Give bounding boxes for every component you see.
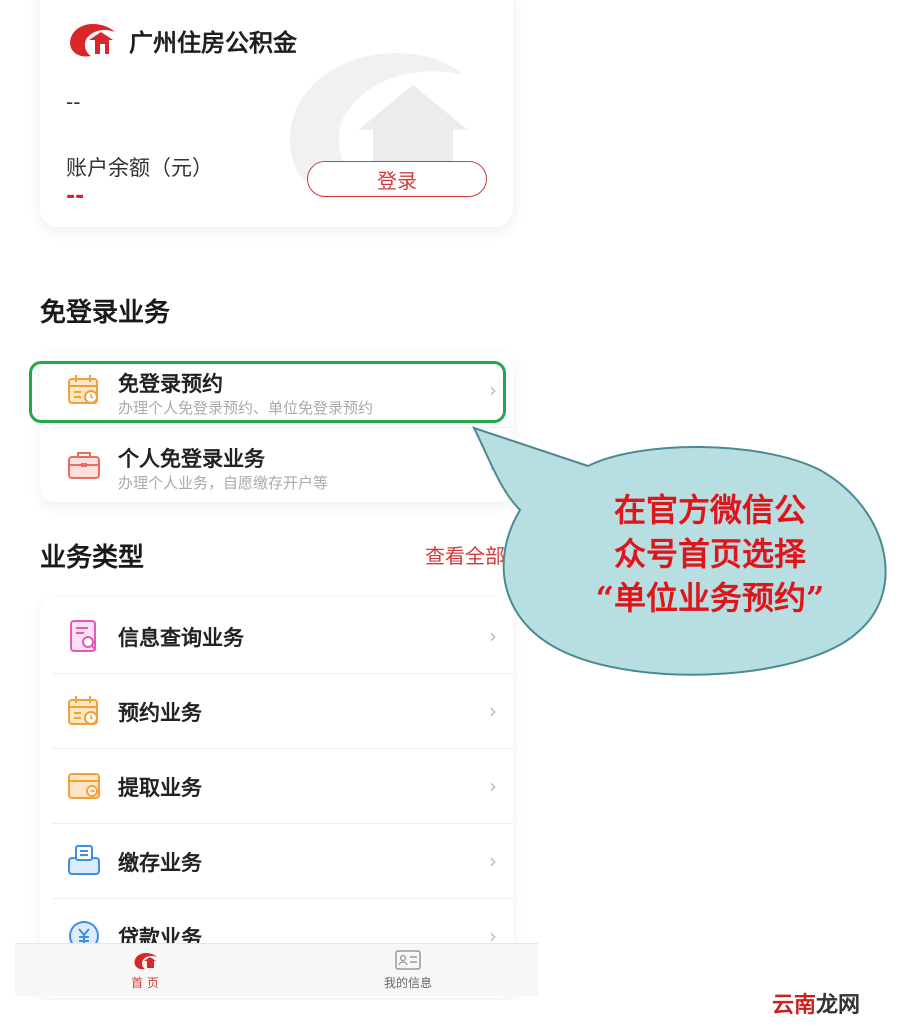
callout-text: 在官方微信公 众号首页选择 “单位业务预约” [520, 488, 900, 620]
site-watermark: 云南龙网 [772, 987, 860, 1019]
callout-line: 众号首页选择 [613, 535, 806, 573]
site-watermark-part2: 龙网 [816, 993, 861, 1018]
site-watermark-part1: 云南 [772, 993, 817, 1018]
callout-line: 在官方微信公 [613, 491, 806, 529]
callout-line: “单位业务预约” [595, 579, 825, 617]
